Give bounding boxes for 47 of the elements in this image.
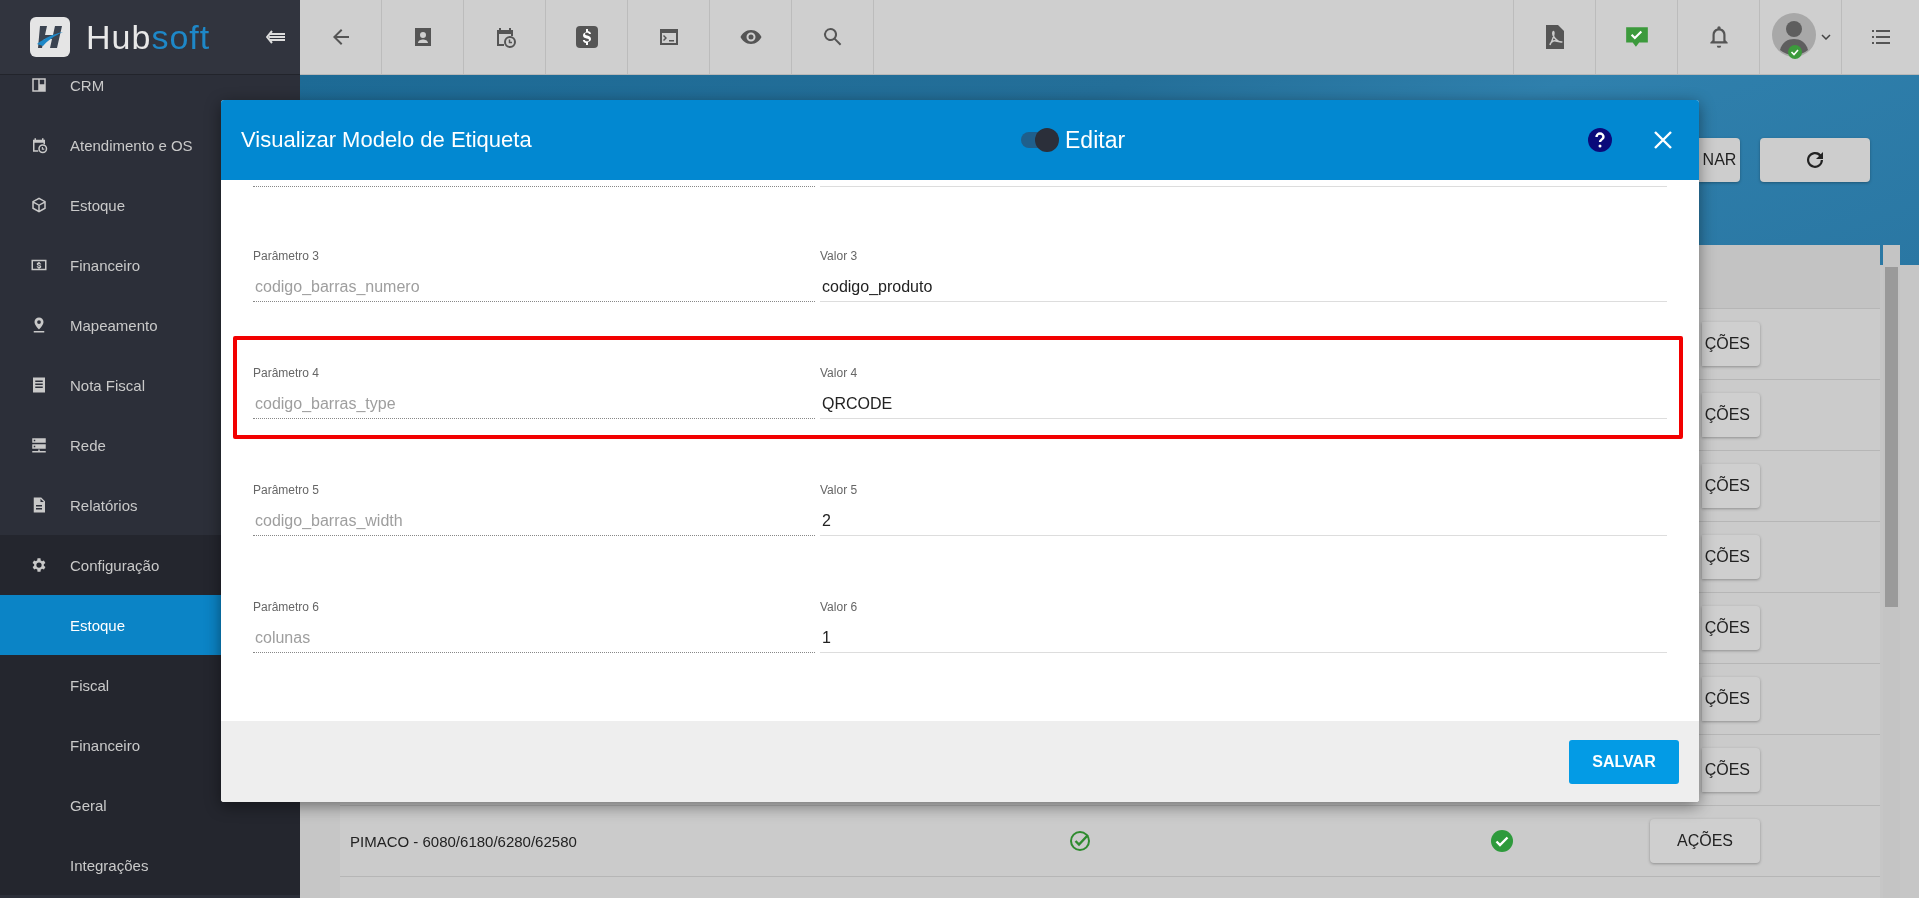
actions-button[interactable]: ÇÕES [1702,393,1760,437]
field-label: Valor 3 [820,248,859,264]
actions-button[interactable]: ÇÕES [1702,677,1760,721]
help-icon [1587,127,1613,153]
text-field[interactable]: QRCODE [820,389,1667,419]
sidebar-item[interactable]: Estoque [0,175,300,235]
actions-button[interactable]: ÇÕES [1702,464,1760,508]
field-label: Valor 6 [820,599,859,615]
text-field[interactable]: 1 [820,623,1667,653]
field-label: Parâmetro 5 [253,482,321,498]
actions-button[interactable]: ÇÕES [1702,606,1760,650]
header-button[interactable]: NAR [1699,138,1740,182]
sidebar-item[interactable]: Geral [0,775,300,835]
sidebar-item[interactable]: CRM [0,75,300,115]
edit-toggle[interactable]: Editar [1021,126,1126,154]
collapse-menu-icon[interactable] [266,29,286,45]
close-button[interactable] [1653,130,1673,150]
settings-icon [30,556,48,574]
server-icon [30,436,48,454]
scrollbar-thumb[interactable] [1885,267,1898,607]
actions-button[interactable]: ÇÕES [1702,535,1760,579]
receipt-icon [30,376,48,394]
avatar-icon [1770,12,1817,62]
field-label: Parâmetro 4 [253,365,321,381]
sidebar-item[interactable]: Integrações [0,835,300,895]
text-field[interactable]: 2 [820,506,1667,536]
logo-icon [30,17,70,57]
logo-text: Hubsoft [86,17,211,57]
actions-button[interactable]: ÇÕES [1702,322,1760,366]
close-icon [1653,130,1673,150]
text-field[interactable]: codigo_produto [820,272,1667,302]
caret-icon [1820,34,1831,40]
dialog-title: Visualizar Modelo de Etiqueta [241,127,533,153]
check-circle-outline-icon [1068,829,1092,853]
cube-icon [30,196,48,214]
field-label: Valor 5 [820,482,859,498]
calendar-clock-icon [30,136,48,154]
board-icon [30,76,48,94]
actions-button[interactable]: ÇÕES [1702,748,1760,792]
table-cell-text: PIMACO - 6080/6180/6280/62580 [349,832,578,850]
check-circle-icon [1490,829,1514,853]
field-label: Valor 4 [820,365,859,381]
refresh-button[interactable] [1760,138,1870,182]
help-button[interactable] [1587,127,1613,153]
actions-button[interactable]: AÇÕES [1650,819,1760,863]
field-label: Parâmetro 3 [253,248,321,264]
sidebar-item[interactable]: Configuração [0,535,300,595]
